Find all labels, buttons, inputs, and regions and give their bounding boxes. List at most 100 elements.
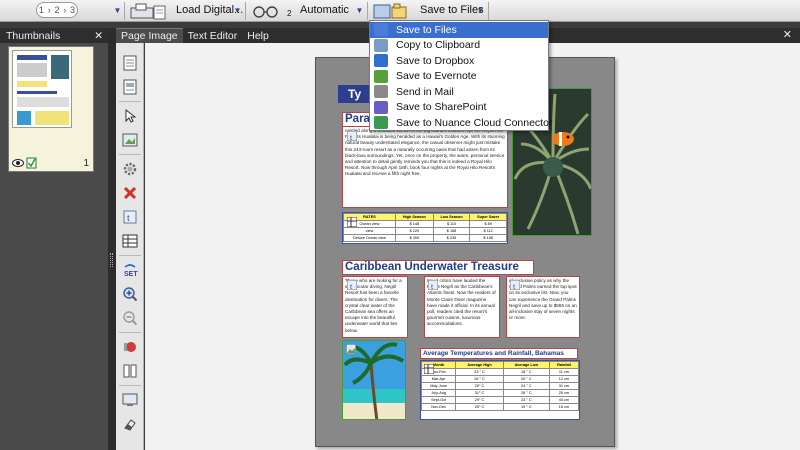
table-cell: 31° C xyxy=(455,389,504,397)
split-view-icon[interactable] xyxy=(120,361,140,381)
step-3: 3 xyxy=(70,5,76,15)
step-arrow-icon: › xyxy=(63,5,67,15)
menu-item-dropbox[interactable]: Save to Dropbox xyxy=(370,53,548,69)
load-button[interactable] xyxy=(128,0,168,21)
step-dropdown-arrow[interactable]: ▼ xyxy=(112,1,123,20)
table-header-row: Month Average High Average Low Rainfall xyxy=(420,361,580,369)
table-cell: 18 ° C xyxy=(502,368,550,376)
page-properties-icon[interactable] xyxy=(120,77,140,97)
table-cell: 29° C xyxy=(455,382,504,390)
thumbnails-title: Thumbnails xyxy=(6,29,61,42)
text-zone-marker-icon: t xyxy=(510,280,520,290)
zone-paragraph-text: nestled along a beautiful stretch of the… xyxy=(345,128,505,177)
tab-text-editor[interactable]: Text Editor xyxy=(183,28,243,43)
zoom-in-icon[interactable] xyxy=(120,284,140,304)
delete-icon[interactable] xyxy=(120,183,140,203)
table-zone-icon[interactable] xyxy=(120,231,140,251)
ocr-dropdown-arrow[interactable]: ▼ xyxy=(354,1,365,20)
table-cell: Deluxe Ocean view xyxy=(343,234,396,242)
table-cell: 43 cm xyxy=(548,396,580,404)
thumbnails-panel: Thumbnails ✕ 1 xyxy=(0,28,108,450)
menu-item-label: Copy to Clipboard xyxy=(396,39,481,52)
table-cell: 20 ° C xyxy=(502,375,550,383)
text-zone-icon[interactable]: t xyxy=(120,207,140,227)
close-icon[interactable]: ✕ xyxy=(783,28,792,41)
table-row: Mar-Apr 26 ° C 20 ° C 12 cm xyxy=(420,375,580,383)
ocr-button[interactable] xyxy=(250,0,290,21)
table-cell: $ 168 xyxy=(432,227,471,235)
menu-item-mail[interactable]: Send in Mail xyxy=(370,84,548,100)
view-eye-icon[interactable] xyxy=(12,157,38,169)
save-files-icon xyxy=(373,3,407,18)
screen-capture-icon[interactable] xyxy=(120,390,140,410)
page-layout-icon[interactable] xyxy=(120,53,140,73)
thumbnails-header: Thumbnails ✕ xyxy=(0,28,108,43)
menu-item-label: Save to Nuance Cloud Connector xyxy=(396,116,553,129)
ocr-label[interactable]: Automatic xyxy=(300,4,349,16)
panel-splitter[interactable] xyxy=(108,28,116,450)
table-cell: 12 cm xyxy=(548,375,580,383)
table-header-cell: Super Saver xyxy=(469,213,507,221)
temperatures-table: Month Average High Average Low Rainfall Jan-… xyxy=(420,361,580,411)
zone-text-paragraph[interactable]: nestled along a beautiful stretch of the… xyxy=(342,126,508,208)
table-cell: Sept-Oct xyxy=(420,396,457,404)
table-cell: 31 cm xyxy=(548,382,580,390)
menu-item-label: Save to SharePoint xyxy=(396,101,487,114)
tab-help[interactable]: Help xyxy=(242,28,274,43)
main-toolbar: 1 › 2 › 3 ▼ Load Digital... ▼ 2 Automati… xyxy=(0,0,800,22)
zoom-out-icon[interactable] xyxy=(120,308,140,328)
table-cell: $ 89 xyxy=(469,220,507,228)
table-row: July-Aug 31° C 26 ° C 25 cm xyxy=(420,389,580,397)
rates-table: RATES High Season Low Season Super Saver Oce… xyxy=(343,213,507,242)
text-orientation-icon[interactable]: SET xyxy=(120,260,140,280)
table-row: Nov-Dec 25° C 19 ° C 16 cm xyxy=(420,403,580,411)
toolbar-separator xyxy=(367,2,368,20)
table-cell: 24 ° C xyxy=(502,382,550,390)
step-1: 1 xyxy=(38,5,44,15)
toolbar-separator xyxy=(245,2,246,20)
menu-item-sharepoint[interactable]: Save to SharePoint xyxy=(370,100,548,116)
menu-item-files[interactable]: Save to Files xyxy=(370,22,548,38)
menu-item-clipboard[interactable]: Copy to Clipboard xyxy=(370,38,548,54)
step-indicator[interactable]: 1 › 2 › 3 xyxy=(36,2,78,18)
tab-page-image[interactable]: Page Image xyxy=(116,28,183,43)
svg-text:t: t xyxy=(127,213,130,224)
table-cell: 26 ° C xyxy=(455,375,504,383)
eraser-icon[interactable] xyxy=(120,414,140,434)
zone-title-temperatures[interactable]: Average Temperatures and Rainfall, Baham… xyxy=(420,348,578,359)
table-cell: $ 112 xyxy=(469,227,507,235)
record-icon[interactable] xyxy=(120,337,140,357)
table-cell: 26 ° C xyxy=(502,389,550,397)
select-pointer-icon[interactable] xyxy=(120,106,140,126)
sharepoint-icon xyxy=(374,100,388,114)
close-icon[interactable]: ✕ xyxy=(94,30,103,42)
ocr-glasses-icon xyxy=(253,5,278,18)
table-cell: $ 305 xyxy=(394,234,434,242)
evernote-icon xyxy=(374,69,388,83)
toolbar-separator xyxy=(488,2,489,20)
table-cell: Mar-Apr xyxy=(420,375,457,383)
save-dropdown-arrow[interactable]: ▼ xyxy=(475,1,486,20)
menu-item-nuance-cloud[interactable]: Save to Nuance Cloud Connector xyxy=(370,115,552,131)
table-cell: $ 148 xyxy=(394,220,434,228)
table-cell: 19 ° C xyxy=(502,403,550,411)
zone-table-rates[interactable]: RATES High Season Low Season Super Saver Oce… xyxy=(342,212,508,244)
menu-item-evernote[interactable]: Save to Evernote xyxy=(370,69,548,85)
page-thumbnail[interactable]: 1 xyxy=(8,46,94,172)
files-icon xyxy=(374,23,388,37)
save-button[interactable] xyxy=(372,0,412,21)
table-row: Sept-Oct 29° C 23 ° C 43 cm xyxy=(420,396,580,404)
zone-table-temperatures[interactable]: Month Average High Average Low Rainfall Jan-… xyxy=(420,360,580,420)
settings-gear-icon[interactable] xyxy=(120,159,140,179)
dropbox-icon xyxy=(374,54,388,68)
page-tools-strip: t SET xyxy=(116,43,144,450)
table-cell: 25 cm xyxy=(548,389,580,397)
table-zone-marker-icon xyxy=(424,364,434,374)
picture-zone-marker-icon xyxy=(346,344,356,354)
zone-picture-icon[interactable] xyxy=(120,130,140,150)
table-row: Ocean view $ 148 $ 110 $ 89 xyxy=(343,220,507,228)
table-cell: $ 235 xyxy=(432,234,471,242)
zone-title-caribbean[interactable]: Caribbean Underwater Treasure xyxy=(342,260,534,275)
load-dropdown-arrow[interactable]: ▼ xyxy=(232,1,243,20)
menu-item-label: Save to Files xyxy=(396,23,457,36)
